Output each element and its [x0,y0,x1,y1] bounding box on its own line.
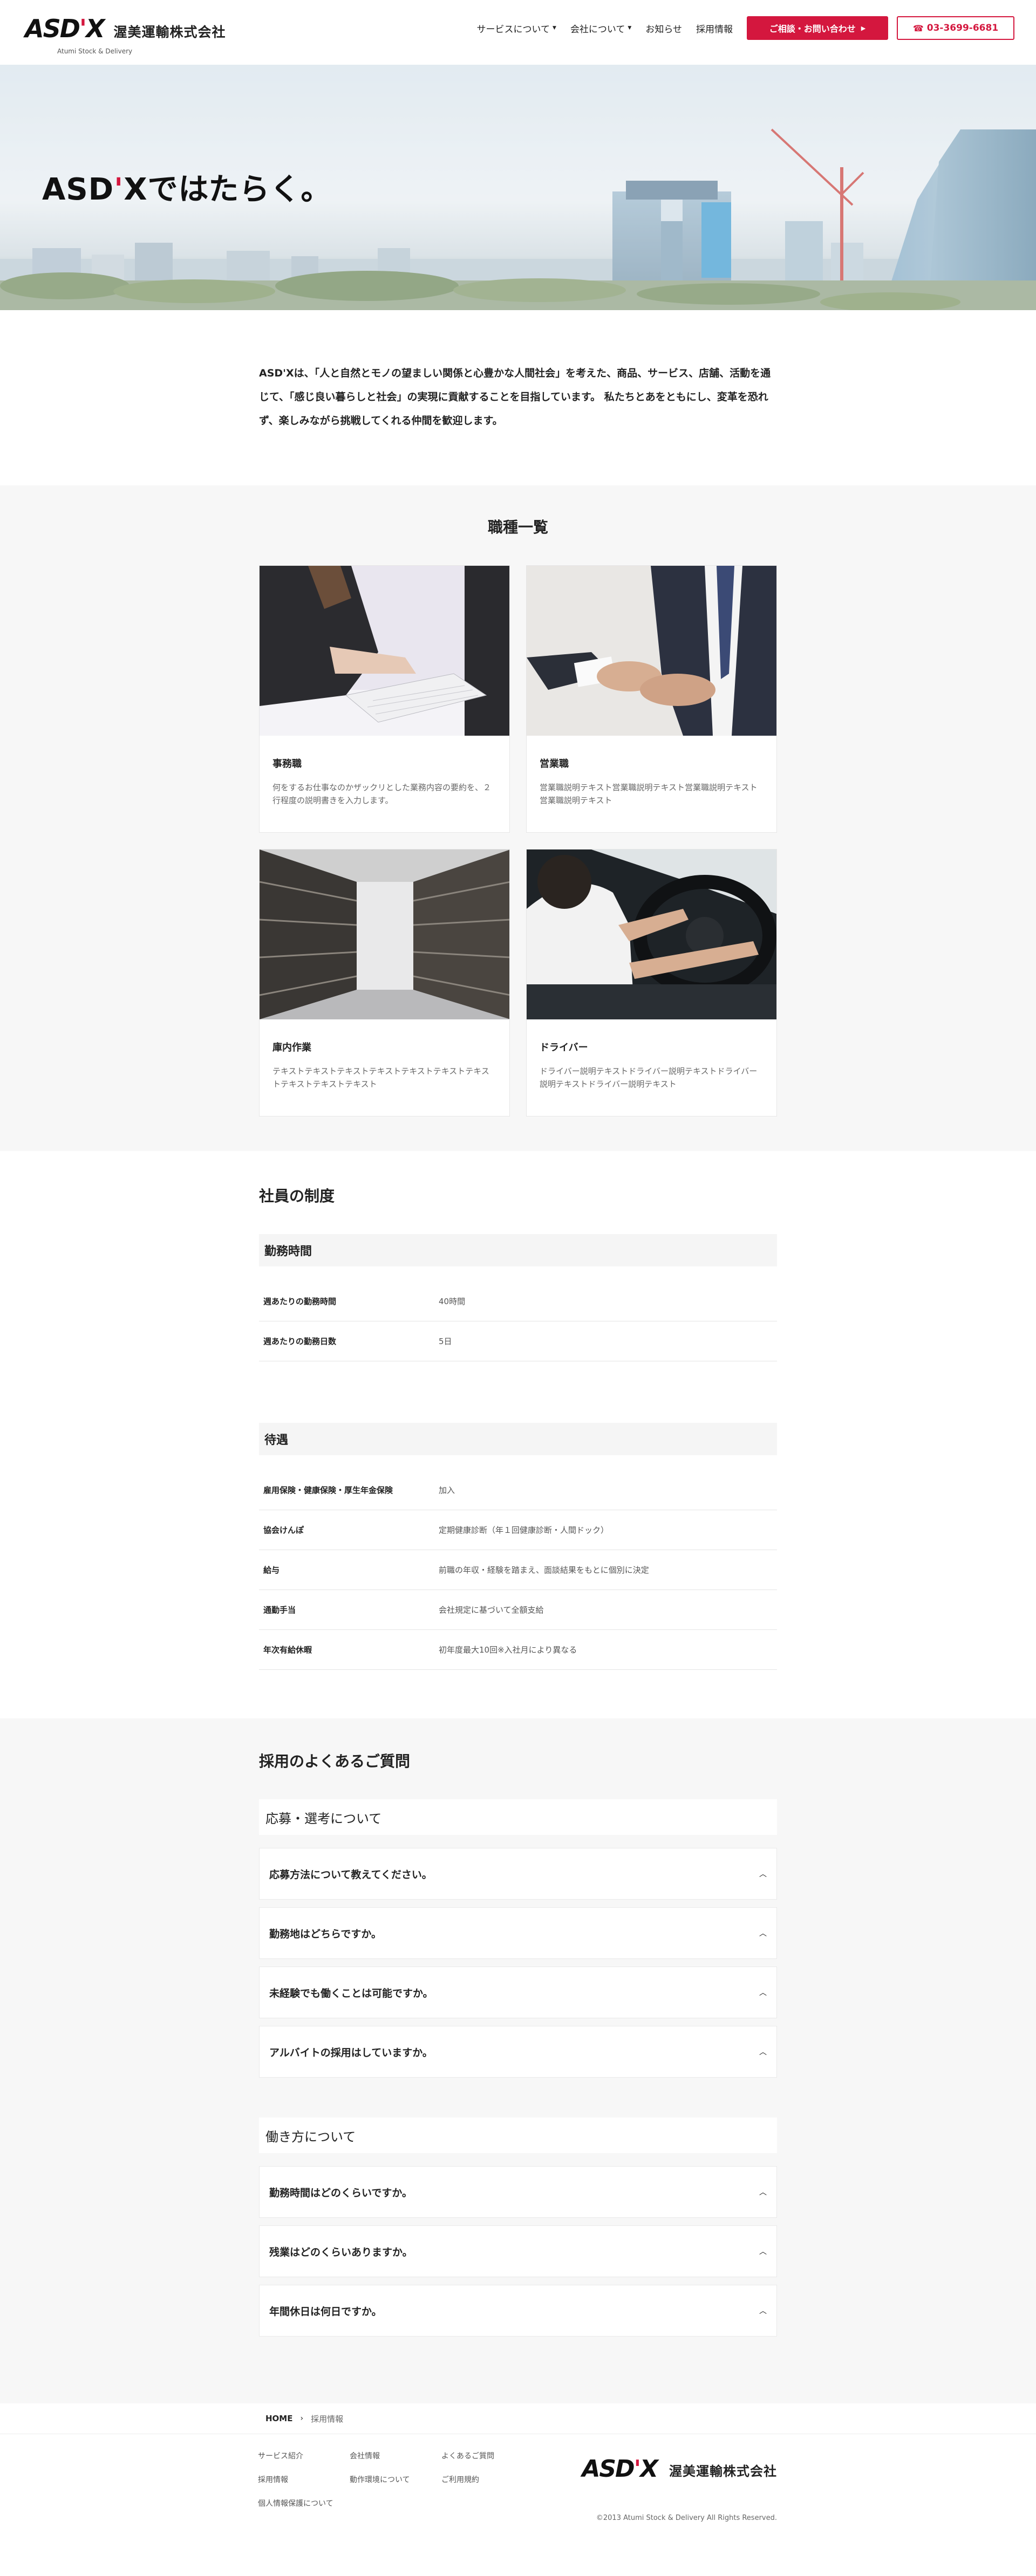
logo-mark: ASD'X [25,14,105,43]
job-list-title: 職種一覧 [487,518,548,536]
caret-down-icon: ▼ [552,25,556,31]
table-row: 通勤手当 会社規定に基づいて全額支給 [259,1590,777,1630]
sales-image [527,566,776,736]
footer-logo[interactable]: ASD'X 渥美運輸株式会社 [582,2457,777,2482]
faq-category: 働き方について [259,2118,777,2153]
intro-section: ASD'Xは、「人と自然とモノの望ましい関係と心豊かな人間社会」を考えた、商品、… [0,310,1036,485]
phone-icon: ☎ [912,23,924,33]
site-logo[interactable]: ASD'X 渥美運輸株式会社 [25,16,226,41]
nav-company[interactable]: 会社について ▼ [570,22,631,35]
hero-title: ASD'Xではたらく。 [42,172,332,207]
logo-subtitle: Atumi Stock & Delivery [57,47,133,55]
treatment-heading: 待遇 [259,1423,777,1455]
benefits-section: 社員の制度 勤務時間 週あたりの勤務時間 40時間 週あたりの勤務日数 5日 待遇 … [0,1151,1036,1718]
faq-item[interactable]: アルバイトの採用はしていますか。 ︿ [259,2026,777,2078]
hero-banner: ASD'Xではたらく。 [0,65,1036,310]
table-row: 週あたりの勤務時間 40時間 [259,1282,777,1321]
copyright: ©2013 Atumi Stock & Delivery All Rights … [596,2514,777,2522]
breadcrumb: HOME › 採用情報 [259,2403,777,2434]
faq-item[interactable]: 勤務地はどちらですか。 ︿ [259,1907,777,1959]
job-card-sales[interactable]: 営業職 営業職説明テキスト営業職説明テキスト営業職説明テキスト営業職説明テキスト [526,565,777,833]
faq-section: 採用のよくあるご質問 応募・選考について 応募方法について教えてください。 ︿ 勤… [0,1718,1036,2403]
table-row: 給与 前職の年収・経験を踏まえ、面談結果をもとに個別に決定 [259,1550,777,1590]
breadcrumb-current: 採用情報 [311,2414,344,2424]
job-card-office[interactable]: 事務職 何をするお仕事なのかザックリとした業務内容の要約を、２行程度の説明書きを… [259,565,510,833]
job-description: 何をするお仕事なのかザックリとした業務内容の要約を、２行程度の説明書きを入力しま… [272,783,492,805]
chevron-right-icon: › [300,2414,304,2423]
job-card-warehouse[interactable]: 庫内作業 テキストテキストテキストテキストテキストテキストテキストテキストテキス… [259,849,510,1116]
triangle-right-icon: ▶ [861,24,866,32]
nav-news[interactable]: お知らせ [645,22,682,35]
job-title: 営業職 [540,758,569,770]
job-title: 事務職 [272,758,302,770]
table-row: 協会けんぽ 定期健康診断（年１回健康診断・人間ドック） [259,1510,777,1550]
faq-item[interactable]: 未経験でも働くことは可能ですか。 ︿ [259,1967,777,2018]
faq-item[interactable]: 年間休日は何日ですか。 ︿ [259,2285,777,2337]
work-hours-heading: 勤務時間 [259,1234,777,1266]
benefits-title: 社員の制度 [259,1187,335,1205]
caret-down-icon: ▼ [628,25,632,31]
job-title: ドライバー [540,1042,588,1053]
logo-mark: ASD'X [582,2455,658,2483]
job-title: 庫内作業 [272,1042,311,1053]
global-nav: サービスについて ▼ 会社について ▼ お知らせ 採用情報 ご相談・お問い合わせ ▶ … [476,16,1014,40]
chevron-up-icon: ︿ [759,1929,767,1938]
faq-category: 応募・選考について [259,1799,777,1835]
footer-company-name: 渥美運輸株式会社 [669,2463,777,2479]
table-row: 雇用保険・健康保険・厚生年金保険 加入 [259,1470,777,1510]
breadcrumb-home[interactable]: HOME [265,2414,292,2423]
chevron-up-icon: ︿ [759,1870,767,1879]
faq-item[interactable]: 残業はどのくらいありますか。 ︿ [259,2225,777,2277]
job-card-driver[interactable]: ドライバー ドライバー説明テキストドライバー説明テキストドライバー説明テキストド… [526,849,777,1116]
table-row: 年次有給休暇 初年度最大10回※入社月により異なる [259,1630,777,1670]
intro-text: ASD'Xは、「人と自然とモノの望ましい関係と心豊かな人間社会」を考えた、商品、… [259,367,771,427]
footer-link-services[interactable]: サービス紹介 [258,2450,350,2461]
footer-link-company[interactable]: 会社情報 [350,2450,441,2461]
faq-item[interactable]: 応募方法について教えてください。 ︿ [259,1848,777,1900]
contact-button[interactable]: ご相談・お問い合わせ ▶ [747,16,888,40]
warehouse-image [260,849,509,1019]
footer-link-environment[interactable]: 動作環境について [350,2474,441,2485]
chevron-up-icon: ︿ [759,1989,767,1997]
job-list-section: 職種一覧 事務職 何をするお仕事なのかザックリとした業務内容の要約を、２行程度の… [0,485,1036,1151]
nav-services[interactable]: サービスについて ▼ [476,22,556,35]
office-work-image [260,566,509,736]
driver-image [527,849,776,1019]
site-footer: サービス紹介 会社情報 よくあるご質問 採用情報 動作環境について ご利用規約 … [0,2434,1036,2549]
tel-button[interactable]: ☎ 03-3699-6681 [897,16,1014,40]
table-row: 週あたりの勤務日数 5日 [259,1321,777,1361]
chevron-up-icon: ︿ [759,2248,767,2256]
job-description: 営業職説明テキスト営業職説明テキスト営業職説明テキスト営業職説明テキスト [540,783,758,805]
footer-link-recruit[interactable]: 採用情報 [258,2474,350,2485]
footer-link-faq[interactable]: よくあるご質問 [441,2450,533,2461]
faq-item[interactable]: 勤務時間はどのくらいですか。 ︿ [259,2166,777,2218]
job-description: ドライバー説明テキストドライバー説明テキストドライバー説明テキストドライバー説明… [540,1066,758,1089]
chevron-up-icon: ︿ [759,2307,767,2315]
footer-link-terms[interactable]: ご利用規約 [441,2474,533,2485]
treatment-table: 雇用保険・健康保険・厚生年金保険 加入 協会けんぽ 定期健康診断（年１回健康診断・人… [259,1470,777,1670]
chevron-up-icon: ︿ [759,2188,767,2197]
site-header: ASD'X 渥美運輸株式会社 Atumi Stock & Delivery サー… [0,0,1036,65]
footer-links: サービス紹介 会社情報 よくあるご質問 採用情報 動作環境について ご利用規約 … [258,2450,533,2509]
job-grid: 事務職 何をするお仕事なのかザックリとした業務内容の要約を、２行程度の説明書きを… [259,565,777,1116]
faq-title: 採用のよくあるご質問 [259,1752,411,1770]
work-hours-table: 週あたりの勤務時間 40時間 週あたりの勤務日数 5日 [259,1282,777,1361]
job-description: テキストテキストテキストテキストテキストテキストテキストテキストテキストテキスト [272,1066,489,1089]
nav-recruit[interactable]: 採用情報 [696,22,733,35]
chevron-up-icon: ︿ [759,2048,767,2057]
footer-link-privacy[interactable]: 個人情報保護について [258,2498,350,2509]
company-name: 渥美運輸株式会社 [113,24,226,40]
